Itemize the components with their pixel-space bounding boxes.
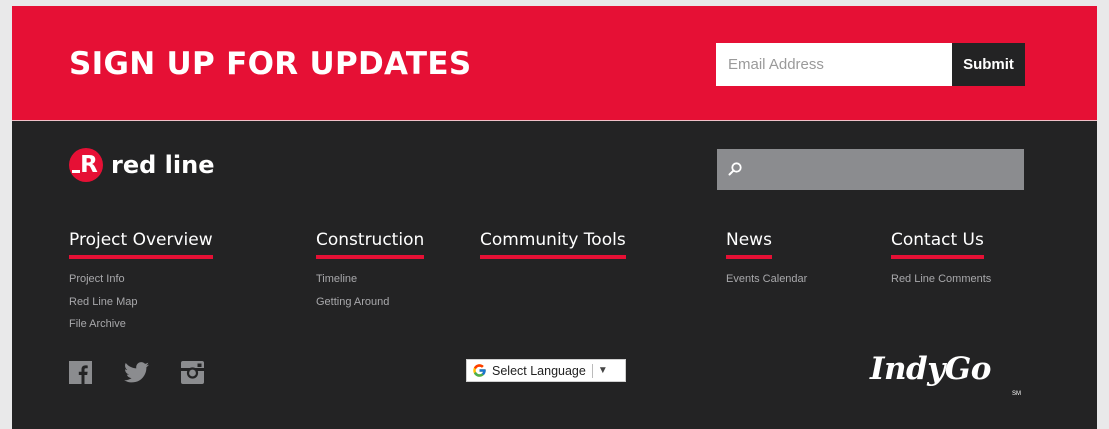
twitter-icon [124,362,149,383]
language-select[interactable]: Select Language ▼ [466,359,626,382]
nav-column-project-overview: Project Overview Project Info Red Line M… [69,230,213,336]
nav-heading-community-tools[interactable]: Community Tools [480,230,626,259]
instagram-icon [181,361,204,384]
indygo-logo[interactable]: IndyGo [870,351,991,387]
signup-banner: SIGN UP FOR UPDATES Submit [12,6,1097,121]
search-box[interactable] [717,149,1024,192]
nav-heading-construction[interactable]: Construction [316,230,425,259]
facebook-icon [69,361,92,384]
social-links [69,361,236,384]
logo-letter: R [80,151,98,178]
nav-link-events-calendar[interactable]: Events Calendar [726,268,807,291]
language-select-divider [591,363,593,378]
nav-column-community-tools: Community Tools [480,230,626,259]
nav-link-red-line-comments[interactable]: Red Line Comments [891,268,991,291]
google-g-icon [473,364,486,377]
email-field[interactable] [716,43,952,86]
logo-text: red line [111,151,215,179]
signup-title: SIGN UP FOR UPDATES [69,46,472,82]
facebook-link[interactable] [69,361,92,384]
nav-link-file-archive[interactable]: File Archive [69,313,213,336]
search-input[interactable] [747,149,1021,192]
twitter-link[interactable] [124,362,149,383]
chevron-down-icon: ▼ [597,365,608,376]
nav-column-news: News Events Calendar [726,230,807,291]
submit-button[interactable]: Submit [952,43,1025,86]
nav-link-getting-around[interactable]: Getting Around [316,291,424,314]
language-select-label: Select Language [492,363,586,378]
nav-heading-contact-us[interactable]: Contact Us [891,230,984,259]
nav-link-red-line-map[interactable]: Red Line Map [69,291,213,314]
logo-bar [72,170,80,173]
logo-badge: R [69,148,103,182]
nav-column-contact-us: Contact Us Red Line Comments [891,230,991,291]
nav-link-timeline[interactable]: Timeline [316,268,424,291]
footer: SIGN UP FOR UPDATES Submit R red line Pr… [12,6,1097,429]
nav-heading-project-overview[interactable]: Project Overview [69,230,213,259]
search-icon [728,162,742,176]
indygo-service-mark: SM [1012,391,1021,397]
instagram-link[interactable] [181,361,204,384]
nav-column-construction: Construction Timeline Getting Around [316,230,425,314]
red-line-logo[interactable]: R red line [69,148,214,182]
nav-link-project-info[interactable]: Project Info [69,268,213,291]
nav-heading-news[interactable]: News [726,230,772,259]
